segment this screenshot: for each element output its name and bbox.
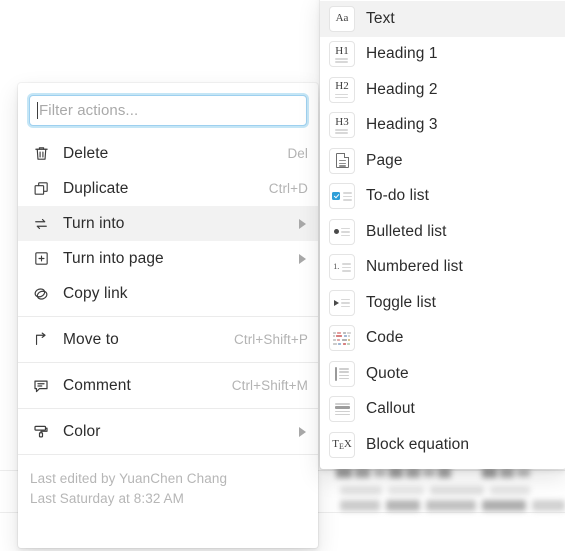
menu-item-label: Color <box>63 422 101 440</box>
page-tile-icon <box>329 147 355 174</box>
submenu-item-label: Callout <box>366 400 415 418</box>
filter-actions-field-wrap: Filter actions... <box>18 83 318 136</box>
menu-item-label: Turn into page <box>63 249 164 267</box>
comment-icon <box>30 375 52 397</box>
menu-item-comment[interactable]: Comment Ctrl+Shift+M <box>18 368 318 403</box>
heading-1-tile-icon: H1 <box>329 41 355 68</box>
menu-divider <box>18 362 318 363</box>
submenu-item-quote[interactable]: Quote <box>320 356 565 392</box>
callout-tile-icon <box>329 396 355 423</box>
submenu-item-label: To-do list <box>366 187 430 205</box>
menu-item-shortcut: Ctrl+Shift+P <box>234 332 308 347</box>
menu-divider <box>18 316 318 317</box>
submenu-item-label: Heading 1 <box>366 45 438 63</box>
menu-item-color[interactable]: Color <box>18 414 318 449</box>
menu-group: Comment Ctrl+Shift+M <box>18 368 318 403</box>
submenu-item-label: Quote <box>366 364 409 382</box>
background-blurred-text <box>340 500 565 512</box>
screen: Filter actions... Delete Del Duplicate C… <box>0 0 565 551</box>
submenu-item-label: Heading 2 <box>366 80 438 98</box>
heading-2-tile-icon: H2 <box>329 76 355 103</box>
menu-divider <box>18 408 318 409</box>
submenu-item-label: Code <box>366 329 404 347</box>
submenu-item-bulleted-list[interactable]: Bulleted list <box>320 214 565 250</box>
submenu-item-page[interactable]: Page <box>320 143 565 179</box>
menu-item-label: Copy link <box>63 284 128 302</box>
turn-into-submenu: Aa Text H1 Heading 1 H2 Heading 2 H3 Hea… <box>320 0 565 469</box>
submenu-item-heading-2[interactable]: H2 Heading 2 <box>320 72 565 108</box>
submenu-item-label: Heading 3 <box>366 116 438 134</box>
tile-glyph: Aa <box>335 12 349 25</box>
bulleted-list-tile-icon <box>329 218 355 245</box>
submenu-item-todo-list[interactable]: To-do list <box>320 179 565 215</box>
turn-into-icon <box>30 213 52 235</box>
submenu-item-callout[interactable]: Callout <box>320 392 565 428</box>
menu-item-delete[interactable]: Delete Del <box>18 136 318 171</box>
submenu-item-heading-1[interactable]: H1 Heading 1 <box>320 37 565 73</box>
submenu-item-text[interactable]: Aa Text <box>320 1 565 37</box>
menu-group: Delete Del Duplicate Ctrl+D Turn into Tu… <box>18 136 318 311</box>
submenu-item-label: Block equation <box>366 435 470 453</box>
menu-item-copy-link[interactable]: Copy link <box>18 276 318 311</box>
numbered-list-tile-icon: 1. <box>329 254 355 281</box>
tile-glyph: TEX <box>332 437 352 451</box>
chevron-right-icon <box>299 218 306 229</box>
submenu-item-block-equation[interactable]: TEX Block equation <box>320 427 565 463</box>
tile-glyph: H2 <box>335 80 349 93</box>
chevron-right-icon <box>299 253 306 264</box>
last-edited-at: Last Saturday at 8:32 AM <box>30 491 184 506</box>
menu-item-duplicate[interactable]: Duplicate Ctrl+D <box>18 171 318 206</box>
filter-actions-input[interactable]: Filter actions... <box>29 95 307 126</box>
submenu-item-code[interactable]: Code <box>320 321 565 357</box>
menu-group: Move to Ctrl+Shift+P <box>18 322 318 357</box>
submenu-item-label: Toggle list <box>366 293 437 311</box>
code-tile-icon <box>329 325 355 352</box>
menu-group: Color <box>18 414 318 449</box>
link-icon <box>30 283 52 305</box>
menu-item-move-to[interactable]: Move to Ctrl+Shift+P <box>18 322 318 357</box>
todo-list-tile-icon <box>329 183 355 210</box>
submenu-item-label: Bulleted list <box>366 222 447 240</box>
turn-into-page-icon <box>30 248 52 270</box>
menu-item-shortcut: Ctrl+Shift+M <box>231 378 308 393</box>
menu-item-shortcut: Del <box>287 146 308 161</box>
submenu-item-numbered-list[interactable]: 1. Numbered list <box>320 250 565 286</box>
menu-item-label: Delete <box>63 144 109 162</box>
menu-item-label: Turn into <box>63 214 125 232</box>
filter-actions-placeholder: Filter actions... <box>39 102 139 119</box>
submenu-item-label: Numbered list <box>366 258 463 276</box>
move-to-icon <box>30 329 52 351</box>
menu-item-turn-into-page[interactable]: Turn into page <box>18 241 318 276</box>
trash-icon <box>30 143 52 165</box>
quote-tile-icon <box>329 360 355 387</box>
submenu-item-label: Page <box>366 151 403 169</box>
menu-item-label: Duplicate <box>63 179 129 197</box>
tile-glyph: 1. <box>333 262 340 272</box>
menu-item-label: Move to <box>63 330 119 348</box>
text-tile-icon: Aa <box>329 5 355 32</box>
block-equation-tile-icon: TEX <box>329 431 355 458</box>
toggle-list-tile-icon <box>329 289 355 316</box>
submenu-item-heading-3[interactable]: H3 Heading 3 <box>320 108 565 144</box>
menu-item-shortcut: Ctrl+D <box>268 181 308 196</box>
paint-roller-icon <box>30 421 52 443</box>
last-edited-by: Last edited by YuanChen Chang <box>30 471 228 486</box>
menu-item-turn-into[interactable]: Turn into <box>18 206 318 241</box>
submenu-item-label: Text <box>366 9 395 27</box>
text-caret <box>37 102 38 119</box>
submenu-item-toggle-list[interactable]: Toggle list <box>320 285 565 321</box>
menu-divider <box>18 454 318 455</box>
duplicate-icon <box>30 178 52 200</box>
background-blurred-text <box>340 486 565 496</box>
block-actions-menu: Filter actions... Delete Del Duplicate C… <box>18 83 318 548</box>
menu-item-label: Comment <box>63 376 131 394</box>
tile-glyph: H3 <box>335 115 349 128</box>
chevron-right-icon <box>299 426 306 437</box>
tile-glyph: H1 <box>335 44 349 57</box>
heading-3-tile-icon: H3 <box>329 112 355 139</box>
menu-footer: Last edited by YuanChen Chang Last Satur… <box>18 460 318 519</box>
